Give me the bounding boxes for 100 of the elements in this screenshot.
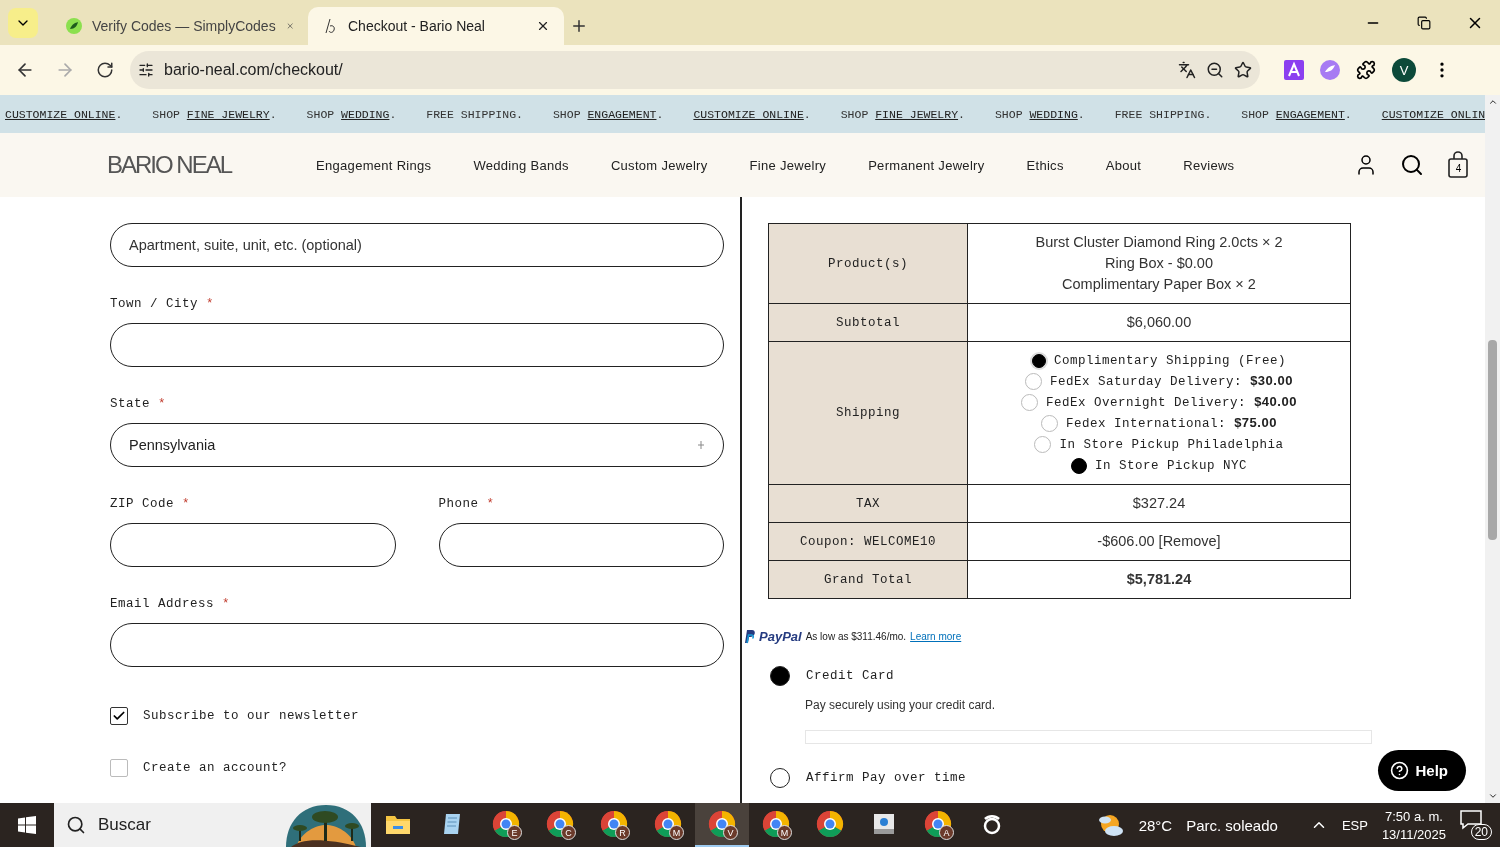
taskbar-app[interactable]: V xyxy=(695,803,749,847)
product-line: Complimentary Paper Box × 2 xyxy=(1061,275,1257,294)
scroll-down-icon[interactable] xyxy=(1487,791,1498,801)
promo-text: SHOP FINE JEWELRY. xyxy=(152,107,277,121)
shipping-option: In Store Pickup NYC xyxy=(1095,456,1247,475)
checkbox[interactable] xyxy=(110,707,128,725)
taskbar-app[interactable]: M xyxy=(749,803,803,847)
summary-value: $327.24 xyxy=(1132,495,1186,511)
cart-button[interactable]: 4 xyxy=(1446,151,1471,179)
zoom-icon[interactable] xyxy=(1206,61,1224,79)
browser-tab[interactable]: Checkout - Bario Neal xyxy=(308,7,564,45)
product-line: Burst Cluster Diamond Ring 2.0cts × 2 xyxy=(1034,233,1284,252)
checkbox[interactable] xyxy=(110,759,128,777)
tab-title: Verify Codes — SimplyCodes xyxy=(92,18,276,34)
card-field[interactable] xyxy=(805,730,1372,744)
weather-text: Parc. soleado xyxy=(1186,816,1278,834)
promo-text: SHOP WEDDING. xyxy=(306,107,397,121)
browser-tab[interactable]: Verify Codes — SimplyCodes xyxy=(52,7,308,45)
help-icon xyxy=(1390,761,1410,780)
promo-text: SHOP ENGAGEMENT. xyxy=(552,107,664,121)
promo-link[interactable]: CUSTOMIZE ONLINE xyxy=(5,107,116,121)
site-logo[interactable]: BARIO NEAL xyxy=(107,150,232,180)
search-icon xyxy=(66,815,86,835)
help-button[interactable]: Help xyxy=(1378,750,1466,791)
new-tab-icon[interactable] xyxy=(570,17,588,35)
summary-value: $5,781.24 xyxy=(1126,571,1192,587)
site-settings-icon[interactable] xyxy=(138,62,154,78)
nav-link[interactable]: Wedding Bands xyxy=(473,157,569,173)
address-bar[interactable]: bario-neal.com/checkout/ xyxy=(130,51,1260,89)
promo-link[interactable]: FINE JEWELRY xyxy=(186,107,270,121)
nav-link[interactable]: Engagement Rings xyxy=(316,157,432,173)
close-icon[interactable] xyxy=(536,19,550,33)
promo-text: CUSTOMIZE ONLINE. xyxy=(5,107,123,121)
promo-link[interactable]: CUSTOMIZE ONLIN xyxy=(1381,107,1485,121)
bookmark-icon[interactable] xyxy=(1234,61,1252,79)
promo-link[interactable]: ENGAGEMENT xyxy=(1275,107,1345,121)
radio-button[interactable] xyxy=(770,666,790,686)
translate-icon[interactable] xyxy=(1178,61,1196,79)
nav-link[interactable]: About xyxy=(1105,157,1142,173)
input-field[interactable] xyxy=(110,323,724,367)
promo-text: SHOP ENGAGEMENT. xyxy=(1241,107,1352,121)
profile-avatar[interactable]: V xyxy=(1392,58,1416,82)
checkbox-label: Create an account? xyxy=(143,761,288,775)
checkbox-label: Subscribe to our newsletter xyxy=(143,709,360,723)
input-field[interactable] xyxy=(110,623,724,667)
nav-link[interactable]: Custom Jewelry xyxy=(610,157,708,173)
taskbar-app[interactable]: E xyxy=(479,803,533,847)
extension-icon[interactable] xyxy=(1284,60,1304,80)
logo-icon xyxy=(322,18,338,34)
radio-button[interactable] xyxy=(1041,415,1059,432)
shipping-option: In Store Pickup Philadelphia xyxy=(1059,435,1284,454)
paypal-logo: PayPal xyxy=(759,629,802,644)
input-field[interactable] xyxy=(110,523,396,567)
scrollbar-thumb[interactable] xyxy=(1488,340,1497,540)
nav-link[interactable]: Ethics xyxy=(1026,157,1064,173)
promo-text: FREE SHIPPING. xyxy=(1114,107,1212,121)
promo-link[interactable]: FINE JEWELRY xyxy=(875,107,959,121)
taskbar-app[interactable]: C xyxy=(533,803,587,847)
extension-icon[interactable] xyxy=(1320,60,1340,80)
paypal-message: As low as $311.46/mo. xyxy=(805,631,907,642)
leaf-icon xyxy=(66,18,82,34)
promo-link[interactable]: CUSTOMIZE ONLINE xyxy=(693,107,804,121)
learn-more-link[interactable]: Learn more xyxy=(910,631,962,642)
tab-search-button[interactable] xyxy=(8,8,38,38)
radio-button[interactable] xyxy=(1071,457,1087,474)
restore-icon[interactable] xyxy=(1416,15,1431,30)
reload-icon[interactable] xyxy=(96,61,114,79)
clock-date: 13/11/2025 xyxy=(1381,826,1446,842)
nav-link[interactable]: Fine Jewelry xyxy=(749,157,827,173)
profile-badge: R xyxy=(615,825,630,840)
payment-method-label: Affirm Pay over time xyxy=(806,771,967,785)
promo-text: SHOP FINE JEWELRY. xyxy=(840,107,965,121)
windows-icon xyxy=(18,816,36,834)
taskbar-app[interactable]: R xyxy=(587,803,641,847)
promo-link[interactable]: ENGAGEMENT xyxy=(587,107,657,121)
taskbar-app[interactable]: M xyxy=(641,803,695,847)
promo-link[interactable]: WEDDING xyxy=(1029,107,1078,121)
field-label: Email Address * xyxy=(110,597,232,611)
field-label: ZIP Code * xyxy=(110,497,192,511)
language-indicator[interactable]: ESP xyxy=(1341,817,1368,833)
promo-link[interactable]: WEDDING xyxy=(341,107,390,121)
clock-time: 7:50 a. m. xyxy=(1385,808,1443,824)
scroll-up-icon[interactable] xyxy=(1487,97,1498,107)
bag-icon xyxy=(1446,151,1471,179)
nav-link[interactable]: Reviews xyxy=(1183,157,1235,173)
summary-label: Subtotal xyxy=(768,303,968,342)
input-field[interactable] xyxy=(438,523,724,567)
radio-button[interactable] xyxy=(1031,353,1046,368)
input-field[interactable]: Apartment, suite, unit, etc. (optional) xyxy=(110,223,724,267)
nav-link[interactable]: Permanent Jewelry xyxy=(868,157,985,173)
radio-button[interactable] xyxy=(1034,436,1052,453)
shipping-option: FedEx Saturday Delivery: $30.00 xyxy=(1050,372,1293,391)
taskbar-app[interactable]: A xyxy=(911,803,965,847)
radio-button[interactable] xyxy=(1021,394,1039,411)
radio-button[interactable] xyxy=(1025,373,1043,390)
extensions-icon[interactable] xyxy=(1356,60,1376,80)
search-icon[interactable] xyxy=(1400,153,1425,177)
summary-value: $6,060.00 xyxy=(1126,314,1192,330)
radio-button[interactable] xyxy=(770,768,790,788)
profile-badge: V xyxy=(723,825,738,840)
